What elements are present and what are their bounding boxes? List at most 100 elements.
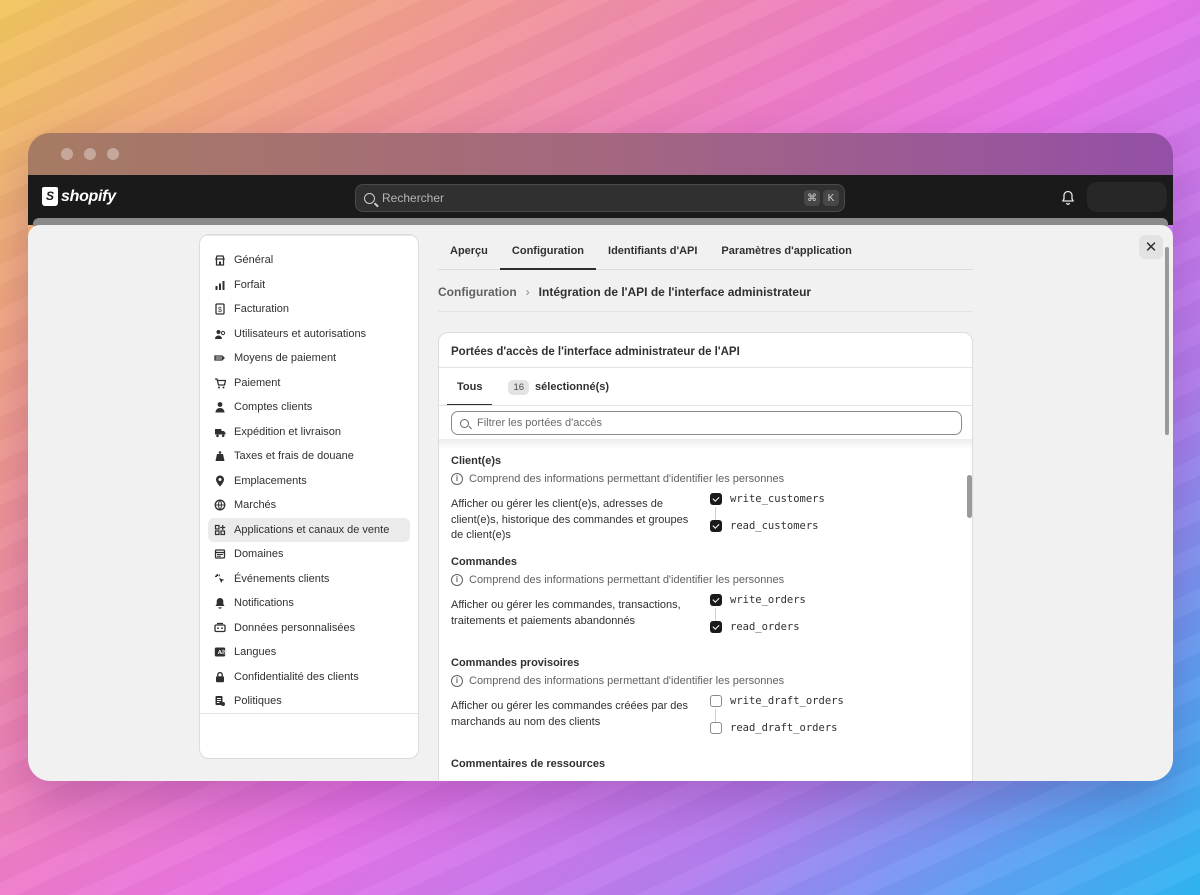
sidebar-item[interactable]: Données personnalisées: [208, 616, 410, 641]
window-titlebar: [28, 133, 1173, 175]
close-icon: ✕: [1144, 239, 1158, 256]
tax-icon: [214, 450, 226, 462]
sidebar-item[interactable]: Général: [208, 248, 410, 273]
read-scope-label: read_draft_orders: [730, 722, 838, 734]
notifications-bell-icon[interactable]: [1061, 190, 1074, 205]
shopify-logo[interactable]: shopify: [42, 187, 116, 206]
sidebar-item-label: Applications et canaux de vente: [234, 523, 390, 536]
write-checkbox[interactable]: [710, 594, 722, 606]
tab-1[interactable]: Configuration: [499, 233, 597, 270]
close-button[interactable]: ✕: [1139, 235, 1163, 259]
info-icon: i: [451, 574, 463, 586]
scope-info-text: Comprend des informations permettant d'i…: [469, 675, 785, 687]
sidebar-item-label: Comptes clients: [234, 401, 313, 414]
sidebar-item[interactable]: Forfait: [208, 273, 410, 298]
scope-group-title: Commentaires de ressources: [451, 758, 606, 770]
window-maximize-dot[interactable]: [107, 148, 119, 160]
read-permission[interactable]: read_draft_orders: [710, 722, 837, 734]
scope-tabs: Tous 16 sélectionné(s): [447, 368, 619, 406]
sidebar-item[interactable]: Notifications: [208, 591, 410, 616]
sidebar-item[interactable]: Marchés: [208, 493, 410, 518]
read-checkbox[interactable]: [710, 621, 722, 633]
scope-group-info: i Comprend des informations permettant d'…: [451, 574, 961, 586]
write-permission[interactable]: write_draft_orders: [710, 695, 844, 707]
sidebar-item[interactable]: Taxes et frais de douane: [208, 444, 410, 469]
read-permission[interactable]: read_customers: [710, 520, 819, 532]
billing-icon: $: [214, 303, 226, 315]
access-scopes-card: Portées d'accès de l'interface administr…: [438, 332, 973, 781]
store-icon: [214, 254, 226, 266]
scroll-fade: [439, 439, 972, 449]
tab-0[interactable]: Aperçu: [438, 233, 500, 269]
main-scrollbar[interactable]: [1165, 247, 1169, 435]
card-scrollbar[interactable]: [967, 475, 972, 518]
sidebar-item-label: Politiques: [234, 695, 282, 708]
scope-group-title: Client(e)s: [451, 455, 502, 467]
sidebar-item[interactable]: Expédition et livraison: [208, 420, 410, 445]
tab-2[interactable]: Identifiants d'API: [596, 233, 709, 269]
write-scope-label: write_customers: [730, 493, 825, 505]
sidebar-item[interactable]: Emplacements: [208, 469, 410, 494]
scope-group: Commandes provisoires i Comprend des infor…: [451, 657, 961, 734]
write-scope-label: write_orders: [730, 594, 806, 606]
write-checkbox[interactable]: [710, 493, 722, 505]
sidebar-bottom-divider: [200, 713, 418, 714]
plan-icon: [214, 279, 226, 291]
tab-selected[interactable]: 16 sélectionné(s): [498, 368, 619, 406]
info-icon: i: [451, 675, 463, 687]
person-icon: [214, 401, 226, 413]
sidebar-item-label: Expédition et livraison: [234, 425, 342, 438]
tab-3[interactable]: Paramètres d'application: [709, 233, 863, 269]
lock-icon: [214, 671, 226, 683]
scope-group-title: Commandes provisoires: [451, 657, 580, 669]
scope-group: Client(e)s i Comprend des informations per…: [451, 455, 961, 541]
profile-button[interactable]: [1087, 182, 1167, 212]
info-icon: i: [451, 473, 463, 485]
sidebar-item[interactable]: Confidentialité des clients: [208, 665, 410, 690]
tabs-divider: [439, 405, 972, 406]
read-permission[interactable]: read_orders: [710, 621, 800, 633]
read-checkbox[interactable]: [710, 722, 722, 734]
write-permission[interactable]: write_customers: [710, 493, 825, 505]
sidebar-item[interactable]: Moyens de paiement: [208, 346, 410, 371]
scope-description: Afficher ou gérer les commandes créées p…: [451, 700, 689, 728]
domain-icon: [214, 548, 226, 560]
sidebar-item[interactable]: Paiement: [208, 371, 410, 396]
sidebar-item[interactable]: Politiques: [208, 689, 410, 714]
sidebar-item-label: Données personnalisées: [234, 621, 356, 634]
sidebar-item[interactable]: Applications et canaux de vente: [208, 517, 410, 542]
sidebar-item[interactable]: Utilisateurs et autorisations: [208, 322, 410, 347]
svg-text:あ: あ: [221, 650, 226, 656]
scope-group-info: i Comprend des informations permettant d'…: [451, 473, 961, 485]
sidebar-item-label: Marchés: [234, 499, 277, 512]
sidebar-item[interactable]: A あ Langues: [208, 640, 410, 665]
tab-all-label: Tous: [457, 381, 483, 393]
breadcrumb-parent[interactable]: Configuration: [438, 285, 517, 299]
scope-group: Commandes i Comprend des informations perm…: [451, 556, 961, 633]
sidebar-item[interactable]: Domaines: [208, 542, 410, 567]
scope-connector-line: [715, 507, 716, 520]
write-checkbox[interactable]: [710, 695, 722, 707]
tab-all[interactable]: Tous: [447, 368, 493, 406]
search-icon: [460, 418, 469, 428]
read-checkbox[interactable]: [710, 520, 722, 532]
selected-count-badge: 16: [508, 379, 530, 395]
payment-icon: [214, 352, 226, 364]
search-placeholder: Rechercher: [382, 191, 445, 205]
write-permission[interactable]: write_orders: [710, 594, 806, 606]
search-bar[interactable]: Rechercher ⌘ K: [355, 184, 845, 212]
sidebar-item[interactable]: Événements clients: [208, 567, 410, 592]
sidebar-item[interactable]: Comptes clients: [208, 395, 410, 420]
policy-icon: [214, 695, 226, 707]
filter-scopes-input[interactable]: Filtrer les portées d'accès: [451, 411, 962, 435]
window-close-dot[interactable]: [61, 148, 73, 160]
sidebar-item[interactable]: $ Facturation: [208, 297, 410, 322]
globe-icon: [214, 499, 226, 511]
truck-icon: [214, 426, 226, 438]
sidebar-item-label: Confidentialité des clients: [234, 670, 359, 683]
window-minimize-dot[interactable]: [84, 148, 96, 160]
scope-connector-line: [715, 709, 716, 722]
scope-connector-line: [715, 608, 716, 621]
location-icon: [214, 475, 226, 487]
scope-group-info: i Comprend des informations permettant d'…: [451, 675, 961, 687]
